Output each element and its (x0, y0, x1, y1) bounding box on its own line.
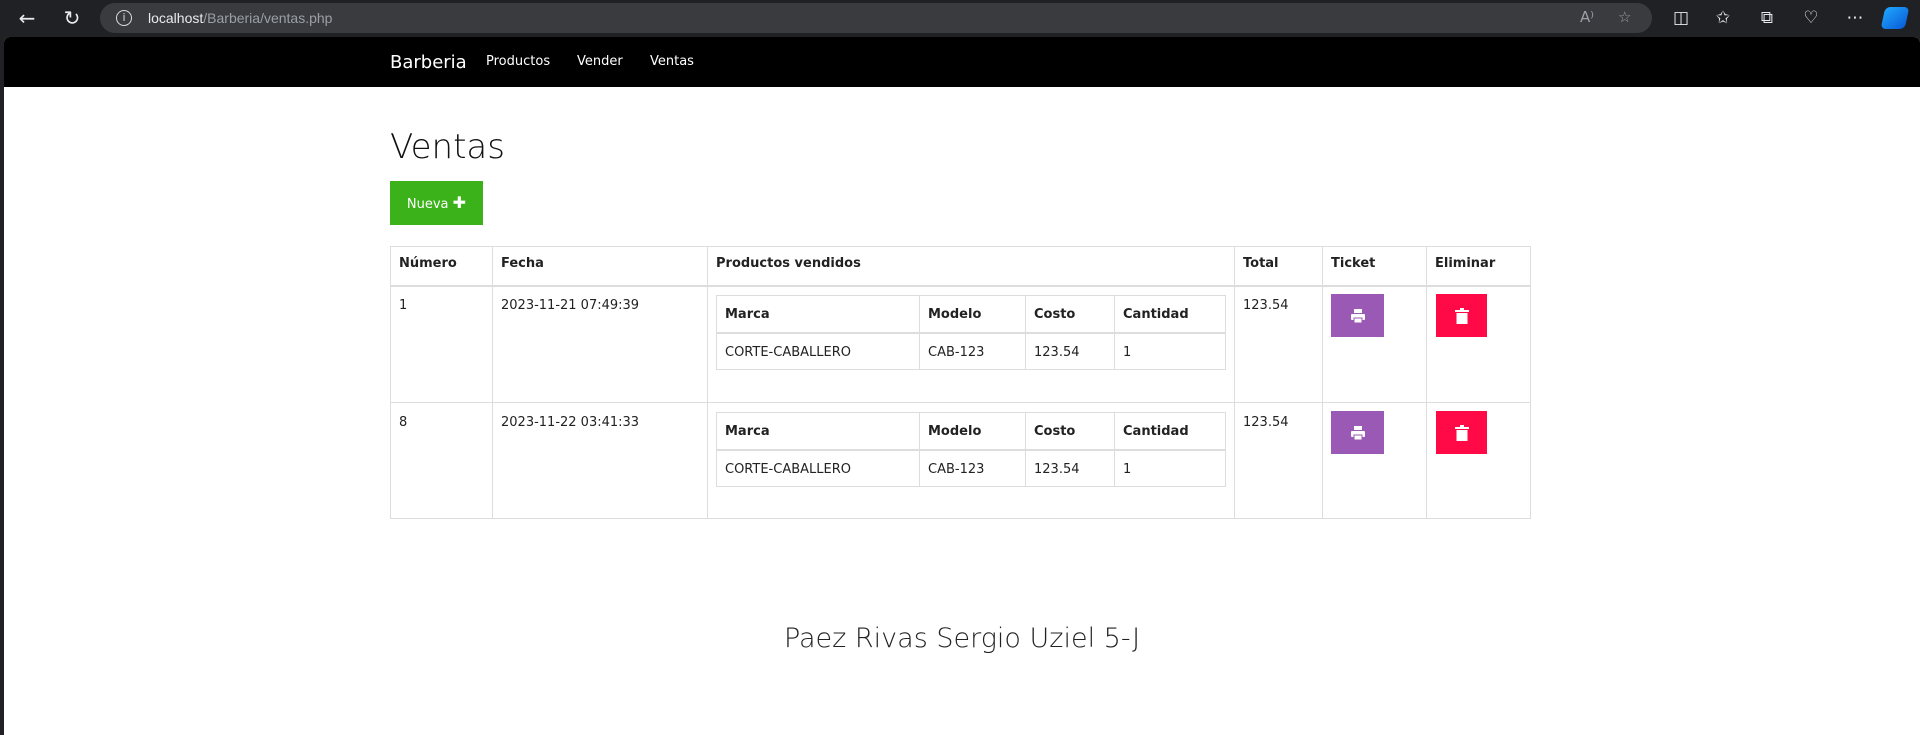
browser-essentials-icon[interactable]: ♡ (1798, 6, 1824, 30)
plus-icon: ✚ (452, 193, 467, 212)
row-1-numero: 1 (399, 298, 408, 313)
header-fecha: Fecha (501, 256, 544, 271)
header-total: Total (1243, 256, 1279, 271)
row-divider (390, 402, 1531, 403)
row-2-sub-header-cantidad: Cantidad (1123, 424, 1189, 439)
row-1-sub-header-cantidad: Cantidad (1123, 307, 1189, 322)
page-title: Ventas (390, 127, 505, 167)
navbar-brand[interactable]: Barberia (390, 52, 467, 73)
collections-icon[interactable]: ⧉ (1754, 6, 1780, 30)
trash-icon (1454, 424, 1469, 441)
nav-link-ventas[interactable]: Ventas (650, 54, 694, 69)
row-1-marca: CORTE-CABALLERO (725, 345, 851, 360)
row-divider (390, 285, 1531, 287)
row-1-ticket-button[interactable] (1331, 294, 1384, 337)
row-1-total: 123.54 (1243, 298, 1289, 313)
row-2-ticket-button[interactable] (1331, 411, 1384, 454)
header-eliminar: Eliminar (1435, 256, 1496, 271)
site-info-icon[interactable]: i (116, 10, 132, 26)
trash-icon (1454, 307, 1469, 324)
navbar: Barberia Productos Vender Ventas (4, 37, 1920, 87)
nav-link-productos[interactable]: Productos (486, 54, 550, 69)
row-1-costo: 123.54 (1034, 345, 1080, 360)
row-2-cantidad: 1 (1123, 462, 1132, 477)
header-numero: Número (399, 256, 457, 271)
split-screen-icon[interactable]: ◫ (1668, 6, 1694, 30)
address-bar[interactable]: i localhost/Barberia/ventas.php A⁾ ☆ (100, 3, 1652, 33)
favorites-icon[interactable]: ✩ (1710, 6, 1736, 30)
row-2-fecha: 2023-11-22 03:41:33 (501, 415, 640, 430)
footer-author: Paez Rivas Sergio Uziel 5-J (783, 623, 1141, 654)
row-2-sub-header-marca: Marca (725, 424, 770, 439)
header-ticket: Ticket (1331, 256, 1376, 271)
row-1-modelo: CAB-123 (928, 345, 985, 360)
row-2-sub-header-costo: Costo (1034, 424, 1076, 439)
more-menu-icon[interactable]: ⋯ (1842, 6, 1868, 30)
page-viewport: Barberia Productos Vender Ventas Ventas … (4, 37, 1920, 735)
favorite-star-icon[interactable]: ☆ (1618, 8, 1631, 26)
print-icon (1350, 425, 1365, 440)
url-text[interactable]: localhost/Barberia/ventas.php (148, 10, 332, 26)
refresh-icon[interactable]: ↻ (60, 6, 84, 30)
row-1-fecha: 2023-11-21 07:49:39 (501, 298, 640, 313)
row-1-sub-header-costo: Costo (1034, 307, 1076, 322)
new-sale-label: Nueva (406, 197, 449, 212)
row-2-delete-button[interactable] (1436, 411, 1487, 454)
row-1-delete-button[interactable] (1436, 294, 1487, 337)
row-1-sub-header-modelo: Modelo (928, 307, 982, 322)
nav-link-vender[interactable]: Vender (577, 54, 623, 69)
copilot-icon[interactable] (1880, 7, 1910, 29)
url-path: /Barberia/ventas.php (203, 10, 333, 26)
row-2-modelo: CAB-123 (928, 462, 985, 477)
row-2-costo: 123.54 (1034, 462, 1080, 477)
url-host: localhost (148, 10, 204, 26)
new-sale-button[interactable]: Nueva ✚ (390, 181, 483, 225)
header-productos: Productos vendidos (716, 256, 861, 271)
subrow-divider (716, 332, 1226, 334)
subrow-divider (716, 449, 1226, 451)
back-arrow-icon[interactable]: ← (15, 6, 39, 30)
row-2-marca: CORTE-CABALLERO (725, 462, 851, 477)
row-1-cantidad: 1 (1123, 345, 1132, 360)
row-2-numero: 8 (399, 415, 408, 430)
row-2-total: 123.54 (1243, 415, 1289, 430)
row-1-sub-header-marca: Marca (725, 307, 770, 322)
read-aloud-icon[interactable]: A⁾ (1580, 8, 1594, 26)
row-2-sub-header-modelo: Modelo (928, 424, 982, 439)
print-icon (1350, 308, 1365, 323)
browser-toolbar: ← ↻ i localhost/Barberia/ventas.php A⁾ ☆… (0, 0, 1920, 36)
